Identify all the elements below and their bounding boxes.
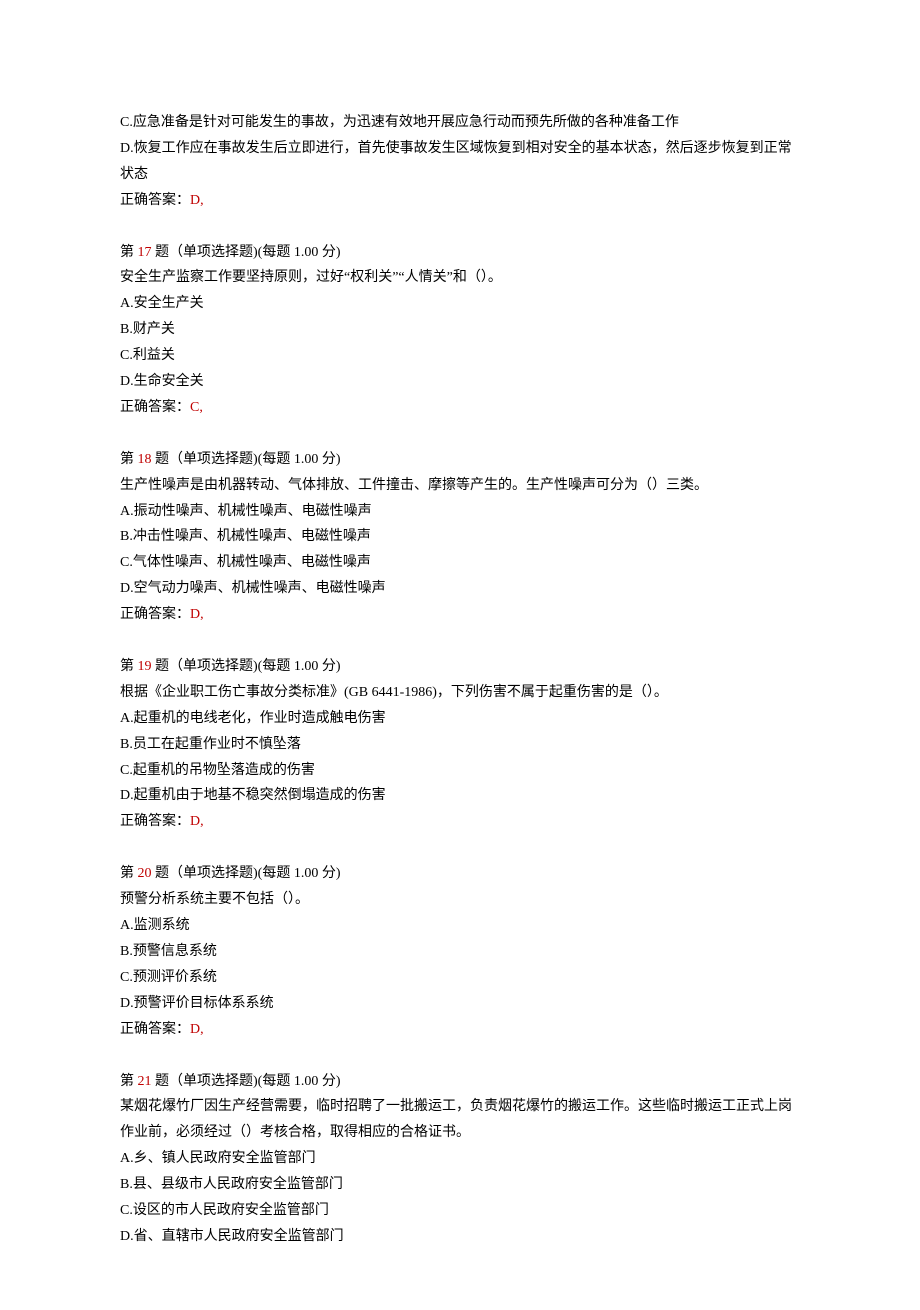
header-prefix: 第	[120, 866, 138, 881]
spacer	[120, 1043, 800, 1069]
question-number: 21	[138, 1074, 152, 1089]
question-20: 第 20 题（单项选择题)(每题 1.00 分) 预警分析系统主要不包括（）。 …	[120, 861, 800, 1042]
answer-label: 正确答案：	[120, 193, 190, 208]
answer-label: 正确答案：	[120, 1022, 190, 1037]
header-suffix: 题（单项选择题)(每题 1.00 分)	[152, 1074, 341, 1089]
header-suffix: 题（单项选择题)(每题 1.00 分)	[152, 659, 341, 674]
answer-line: 正确答案：D,	[120, 188, 800, 214]
question-stem: 根据《企业职工伤亡事故分类标准》(GB 6441-1986)，下列伤害不属于起重…	[120, 680, 800, 706]
spacer	[120, 628, 800, 654]
question-header: 第 21 题（单项选择题)(每题 1.00 分)	[120, 1069, 800, 1095]
answer-label: 正确答案：	[120, 814, 190, 829]
option-c: C.起重机的吊物坠落造成的伤害	[120, 758, 800, 784]
partial-question: C.应急准备是针对可能发生的事故，为迅速有效地开展应急行动而预先所做的各种准备工…	[120, 110, 800, 214]
question-number: 19	[138, 659, 152, 674]
option-b: B.冲击性噪声、机械性噪声、电磁性噪声	[120, 524, 800, 550]
option-a: A.乡、镇人民政府安全监管部门	[120, 1146, 800, 1172]
answer-line: 正确答案：D,	[120, 809, 800, 835]
option-a: A.振动性噪声、机械性噪声、电磁性噪声	[120, 499, 800, 525]
header-prefix: 第	[120, 245, 138, 260]
question-header: 第 20 题（单项选择题)(每题 1.00 分)	[120, 861, 800, 887]
option-b: B.员工在起重作业时不慎坠落	[120, 732, 800, 758]
option-c: C.设区的市人民政府安全监管部门	[120, 1198, 800, 1224]
option-a: A.起重机的电线老化，作业时造成触电伤害	[120, 706, 800, 732]
option-b: B.预警信息系统	[120, 939, 800, 965]
option-a: A.安全生产关	[120, 291, 800, 317]
option-c: C.预测评价系统	[120, 965, 800, 991]
answer-label: 正确答案：	[120, 400, 190, 415]
question-number: 18	[138, 452, 152, 467]
header-suffix: 题（单项选择题)(每题 1.00 分)	[152, 245, 341, 260]
answer-line: 正确答案：D,	[120, 602, 800, 628]
question-number: 20	[138, 866, 152, 881]
question-stem: 某烟花爆竹厂因生产经营需要，临时招聘了一批搬运工，负责烟花爆竹的搬运工作。这些临…	[120, 1094, 800, 1146]
option-c: C.气体性噪声、机械性噪声、电磁性噪声	[120, 550, 800, 576]
question-number: 17	[138, 245, 152, 260]
option-d: D.恢复工作应在事故发生后立即进行，首先使事故发生区域恢复到相对安全的基本状态，…	[120, 136, 800, 188]
header-prefix: 第	[120, 659, 138, 674]
question-header: 第 19 题（单项选择题)(每题 1.00 分)	[120, 654, 800, 680]
header-suffix: 题（单项选择题)(每题 1.00 分)	[152, 866, 341, 881]
option-d: D.起重机由于地基不稳突然倒塌造成的伤害	[120, 783, 800, 809]
option-d: D.省、直辖市人民政府安全监管部门	[120, 1224, 800, 1250]
option-d: D.预警评价目标体系系统	[120, 991, 800, 1017]
spacer	[120, 421, 800, 447]
header-prefix: 第	[120, 1074, 138, 1089]
answer-line: 正确答案：D,	[120, 1017, 800, 1043]
option-d: D.空气动力噪声、机械性噪声、电磁性噪声	[120, 576, 800, 602]
header-suffix: 题（单项选择题)(每题 1.00 分)	[152, 452, 341, 467]
spacer	[120, 214, 800, 240]
question-stem: 生产性噪声是由机器转动、气体排放、工件撞击、摩擦等产生的。生产性噪声可分为（）三…	[120, 473, 800, 499]
question-header: 第 17 题（单项选择题)(每题 1.00 分)	[120, 240, 800, 266]
option-d: D.生命安全关	[120, 369, 800, 395]
question-17: 第 17 题（单项选择题)(每题 1.00 分) 安全生产监察工作要坚持原则，过…	[120, 240, 800, 421]
option-b: B.县、县级市人民政府安全监管部门	[120, 1172, 800, 1198]
answer-value: C,	[190, 400, 203, 415]
question-21: 第 21 题（单项选择题)(每题 1.00 分) 某烟花爆竹厂因生产经营需要，临…	[120, 1069, 800, 1250]
question-stem: 预警分析系统主要不包括（）。	[120, 887, 800, 913]
question-18: 第 18 题（单项选择题)(每题 1.00 分) 生产性噪声是由机器转动、气体排…	[120, 447, 800, 628]
answer-value: D,	[190, 814, 204, 829]
question-header: 第 18 题（单项选择题)(每题 1.00 分)	[120, 447, 800, 473]
option-c: C.利益关	[120, 343, 800, 369]
spacer	[120, 835, 800, 861]
option-a: A.监测系统	[120, 913, 800, 939]
question-stem: 安全生产监察工作要坚持原则，过好“权利关”“人情关”和（）。	[120, 265, 800, 291]
answer-value: D,	[190, 607, 204, 622]
answer-line: 正确答案：C,	[120, 395, 800, 421]
answer-value: D,	[190, 1022, 204, 1037]
answer-value: D,	[190, 193, 204, 208]
option-b: B.财产关	[120, 317, 800, 343]
option-c: C.应急准备是针对可能发生的事故，为迅速有效地开展应急行动而预先所做的各种准备工…	[120, 110, 800, 136]
question-19: 第 19 题（单项选择题)(每题 1.00 分) 根据《企业职工伤亡事故分类标准…	[120, 654, 800, 835]
answer-label: 正确答案：	[120, 607, 190, 622]
header-prefix: 第	[120, 452, 138, 467]
